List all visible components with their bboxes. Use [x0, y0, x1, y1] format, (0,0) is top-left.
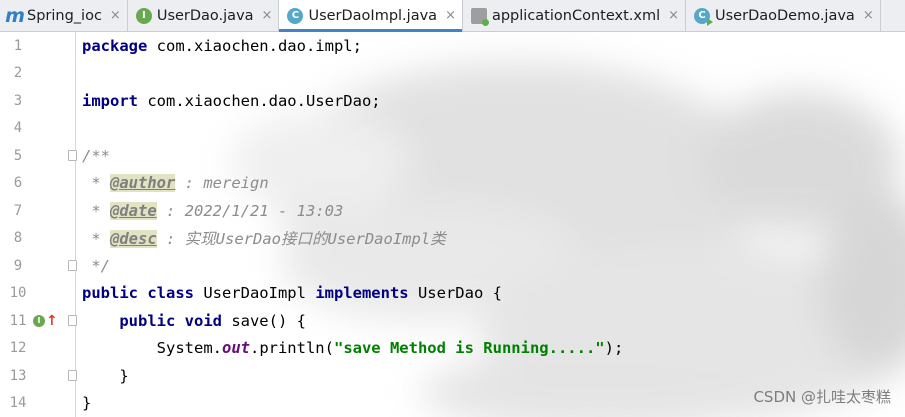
- xml-file-icon: [470, 7, 489, 26]
- line-number: 7: [13, 202, 23, 219]
- code-line: 10 public class UserDaoImpl implements U…: [0, 280, 905, 307]
- code-line: 5 /**: [0, 142, 905, 169]
- code-line: 4: [0, 115, 905, 142]
- tab-userdaodemo-java[interactable]: C UserDaoDemo.java ×: [686, 0, 881, 31]
- close-icon[interactable]: ×: [445, 8, 456, 23]
- close-icon[interactable]: ×: [262, 8, 273, 23]
- code-line: 8 * @desc : 实现UserDao接口的UserDaoImpl类: [0, 225, 905, 252]
- code-line: 7 * @date : 2022/1/21 - 13:03: [0, 197, 905, 224]
- code-text: System.out.println("save Method is Runni…: [82, 339, 624, 357]
- line-number: 3: [13, 92, 23, 109]
- fold-marker-icon[interactable]: [68, 150, 77, 161]
- line-number: 2: [13, 65, 23, 81]
- class-icon: C: [287, 7, 304, 24]
- line-number: 9: [13, 257, 23, 274]
- line-number: 5: [13, 147, 23, 164]
- code-line: 11 I ↑ public void save() {: [0, 307, 905, 334]
- code-line: 6 * @author : mereign: [0, 170, 905, 197]
- line-number: 10: [9, 285, 27, 301]
- code-line: 3 import com.xiaochen.dao.UserDao;: [0, 87, 905, 114]
- code-line: 9 */: [0, 252, 905, 279]
- tab-userdaoimpl-java[interactable]: C UserDaoImpl.java ×: [279, 0, 463, 32]
- tab-label: UserDao.java: [156, 7, 254, 24]
- code-text: }: [82, 366, 129, 385]
- tab-applicationcontext-xml[interactable]: applicationContext.xml ×: [463, 0, 687, 31]
- line-number: 13: [9, 367, 27, 384]
- code-text: * @desc : 实现UserDao接口的UserDaoImpl类: [82, 230, 446, 248]
- code-text: }: [82, 394, 92, 412]
- code-text: /**: [82, 146, 110, 165]
- tab-label: UserDaoImpl.java: [308, 7, 438, 24]
- line-number: 8: [13, 230, 23, 246]
- interface-icon: I: [135, 7, 152, 24]
- tab-spring-ioc[interactable]: m Spring_ioc ×: [0, 0, 128, 31]
- line-number: 4: [13, 120, 23, 136]
- csdn-watermark: CSDN @扎哇太枣糕: [753, 388, 891, 406]
- code-line: 1 package com.xiaochen.dao.impl;: [0, 32, 905, 59]
- code-text: * @author : mereign: [82, 174, 269, 192]
- code-line: 13 }: [0, 362, 905, 389]
- maven-module-icon: m: [5, 4, 25, 27]
- code-line: 12 System.out.println("save Method is Ru…: [0, 335, 905, 362]
- code-line: 2: [0, 60, 905, 87]
- line-number: 12: [9, 340, 27, 356]
- tab-label: Spring_ioc: [27, 7, 102, 24]
- fold-marker-icon[interactable]: [68, 315, 77, 326]
- code-text: public class UserDaoImpl implements User…: [82, 284, 502, 302]
- runnable-class-icon: C: [694, 7, 714, 26]
- line-number: 6: [13, 175, 23, 191]
- tab-label: applicationContext.xml: [491, 7, 661, 24]
- close-icon[interactable]: ×: [863, 8, 874, 23]
- implements-method-icon[interactable]: I: [33, 314, 45, 327]
- code-text: import com.xiaochen.dao.UserDao;: [82, 91, 381, 110]
- line-number: 14: [9, 395, 27, 411]
- tab-userdao-java[interactable]: I UserDao.java ×: [128, 0, 280, 31]
- code-text: */: [82, 256, 110, 275]
- fold-marker-icon[interactable]: [68, 260, 77, 271]
- code-text: package com.xiaochen.dao.impl;: [82, 36, 362, 55]
- line-number: 11: [9, 312, 27, 329]
- gutter-markers: I ↑: [33, 313, 58, 329]
- code-text: public void save() {: [119, 311, 306, 330]
- tab-label: UserDaoDemo.java: [715, 7, 855, 24]
- line-number: 1: [13, 37, 23, 54]
- fold-marker-icon[interactable]: [68, 370, 77, 381]
- go-to-interface-arrow-icon[interactable]: ↑: [46, 313, 58, 329]
- close-icon[interactable]: ×: [668, 8, 679, 23]
- close-icon[interactable]: ×: [110, 8, 121, 23]
- code-editor[interactable]: 1 package com.xiaochen.dao.impl; 2 3 imp…: [0, 32, 905, 417]
- code-text: * @date : 2022/1/21 - 13:03: [82, 201, 344, 220]
- editor-tab-bar: m Spring_ioc × I UserDao.java × C UserDa…: [0, 0, 905, 32]
